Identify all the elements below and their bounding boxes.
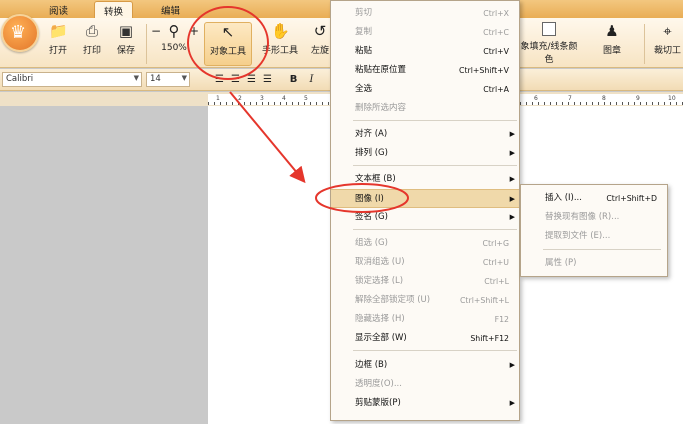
menu-separator <box>353 165 517 166</box>
submenu-item-properties[interactable]: 属性 (P) <box>521 254 667 273</box>
ruler-number: 5 <box>304 95 308 102</box>
chevron-down-icon: ▼ <box>133 74 139 82</box>
chevron-down-icon: ▼ <box>181 74 187 82</box>
menu-item-border[interactable]: 边框 (B) ▶ <box>331 356 519 375</box>
fill-stroke-color-button[interactable]: 象填充/线条颜 色 <box>518 22 580 66</box>
ruler-number: 9 <box>636 95 640 102</box>
cursor-arrow-icon: ↖ <box>221 23 235 41</box>
ruler-number: 3 <box>260 95 264 102</box>
menu-item-clipping-mask[interactable]: 剪贴蒙版(P) ▶ <box>331 394 519 413</box>
tab-edit[interactable]: 编辑 <box>152 1 189 18</box>
submenu-item-insert[interactable]: 插入 (I)... Ctrl+Shift+D <box>521 189 667 208</box>
menu-item-group[interactable]: 组选 (G) Ctrl+G <box>331 234 519 253</box>
menu-item-arrange[interactable]: 排列 (G) ▶ <box>331 144 519 163</box>
menu-item-paste-in-place[interactable]: 粘贴在原位置 Ctrl+Shift+V <box>331 61 519 80</box>
tab-read[interactable]: 阅读 <box>40 1 77 18</box>
object-tool-button[interactable]: ↖ 对象工具 <box>204 22 252 66</box>
zoom-button[interactable]: ⚲ 150% <box>160 22 188 66</box>
submenu-item-replace-image[interactable]: 替换现有图像 (R)... <box>521 208 667 227</box>
hand-tool-button[interactable]: ✋ 手形工具 <box>258 22 302 66</box>
image-submenu: 插入 (I)... Ctrl+Shift+D 替换现有图像 (R)... 提取到文… <box>520 184 668 277</box>
submenu-arrow-icon: ▶ <box>509 195 515 203</box>
crop-tool-button[interactable]: ⌖ 裁切工 <box>652 22 683 66</box>
bold-button[interactable]: B <box>286 72 301 87</box>
italic-button[interactable]: I <box>304 72 319 87</box>
submenu-item-extract-to-file[interactable]: 提取到文件 (E)... <box>521 227 667 246</box>
menu-item-hide-selection[interactable]: 隐藏选择 (H) F12 <box>331 310 519 329</box>
ruler-number: 7 <box>568 95 572 102</box>
submenu-arrow-icon: ▶ <box>509 361 515 369</box>
ruler-number: 1 <box>216 95 220 102</box>
ruler-number: 2 <box>238 95 242 102</box>
menu-item-opacity[interactable]: 透明度(O)... <box>331 375 519 394</box>
ruler-number: 8 <box>602 95 606 102</box>
ribbon-separator <box>146 24 147 64</box>
menu-item-image[interactable]: 图像 (I) ▶ <box>331 189 519 208</box>
menu-item-cut[interactable]: 剪切 Ctrl+X <box>331 4 519 23</box>
context-menu: 剪切 Ctrl+X 复制 Ctrl+C 粘贴 Ctrl+V 粘贴在原位置 Ctrl+Sh… <box>330 0 520 421</box>
stamp-button[interactable]: ♟ 图章 <box>590 22 634 66</box>
magnifier-icon: ⚲ <box>168 22 180 40</box>
align-right-icon[interactable]: ☰ <box>244 72 259 87</box>
zoom-in-button[interactable]: + <box>188 24 200 38</box>
ruler-number: 6 <box>534 95 538 102</box>
ribbon-separator <box>644 24 645 64</box>
submenu-arrow-icon: ▶ <box>509 213 515 221</box>
menu-item-show-all[interactable]: 显示全部 (W) Shift+F12 <box>331 329 519 348</box>
hand-icon: ✋ <box>271 22 290 40</box>
menu-item-unlock-all[interactable]: 解除全部锁定项 (U) Ctrl+Shift+L <box>331 291 519 310</box>
menu-separator <box>543 249 661 250</box>
font-size-combo[interactable]: 14 ▼ <box>146 72 190 87</box>
app-logo-icon: ♛ <box>10 22 27 43</box>
folder-icon: 📁 <box>49 22 68 40</box>
app-logo[interactable]: ♛ <box>1 14 39 52</box>
tab-convert[interactable]: 转换 <box>94 1 134 18</box>
font-name-combo[interactable]: Calibri ▼ <box>2 72 142 87</box>
align-center-icon[interactable]: ☰ <box>228 72 243 87</box>
menu-item-align[interactable]: 对齐 (A) ▶ <box>331 125 519 144</box>
color-swatch-icon <box>542 22 556 36</box>
menu-item-lock-selection[interactable]: 锁定选择 (L) Ctrl+L <box>331 272 519 291</box>
menu-item-paste[interactable]: 粘贴 Ctrl+V <box>331 42 519 61</box>
printer-icon: ⎙ <box>85 22 98 40</box>
ruler-number: 10 <box>668 95 676 102</box>
align-left-icon[interactable]: ☰ <box>212 72 227 87</box>
floppy-disk-icon: ▣ <box>118 22 134 40</box>
crop-icon: ⌖ <box>663 22 672 40</box>
rotate-left-icon: ↺ <box>313 22 327 40</box>
rotate-left-button[interactable]: ↺ 左旋 <box>310 22 330 66</box>
menu-item-text-box[interactable]: 文本框 (B) ▶ <box>331 170 519 189</box>
menu-separator <box>353 229 517 230</box>
menu-item-ungroup[interactable]: 取消组选 (U) Ctrl+U <box>331 253 519 272</box>
save-button[interactable]: ▣ 保存 <box>112 22 140 66</box>
menu-separator <box>353 120 517 121</box>
submenu-arrow-icon: ▶ <box>509 399 515 407</box>
menu-item-select-all[interactable]: 全选 Ctrl+A <box>331 80 519 99</box>
menu-item-signature[interactable]: 签名 (G) ▶ <box>331 208 519 227</box>
menu-item-delete-selection[interactable]: 删除所选内容 <box>331 99 519 118</box>
ruler-number: 4 <box>282 95 286 102</box>
submenu-arrow-icon: ▶ <box>509 149 515 157</box>
submenu-arrow-icon: ▶ <box>509 130 515 138</box>
submenu-arrow-icon: ▶ <box>509 175 515 183</box>
stamp-icon: ♟ <box>605 22 619 40</box>
justify-icon[interactable]: ☰ <box>260 72 275 87</box>
open-button[interactable]: 📁 打开 <box>44 22 72 66</box>
print-button[interactable]: ⎙ 打印 <box>78 22 106 66</box>
menu-separator <box>353 350 517 351</box>
menu-item-copy[interactable]: 复制 Ctrl+C <box>331 23 519 42</box>
